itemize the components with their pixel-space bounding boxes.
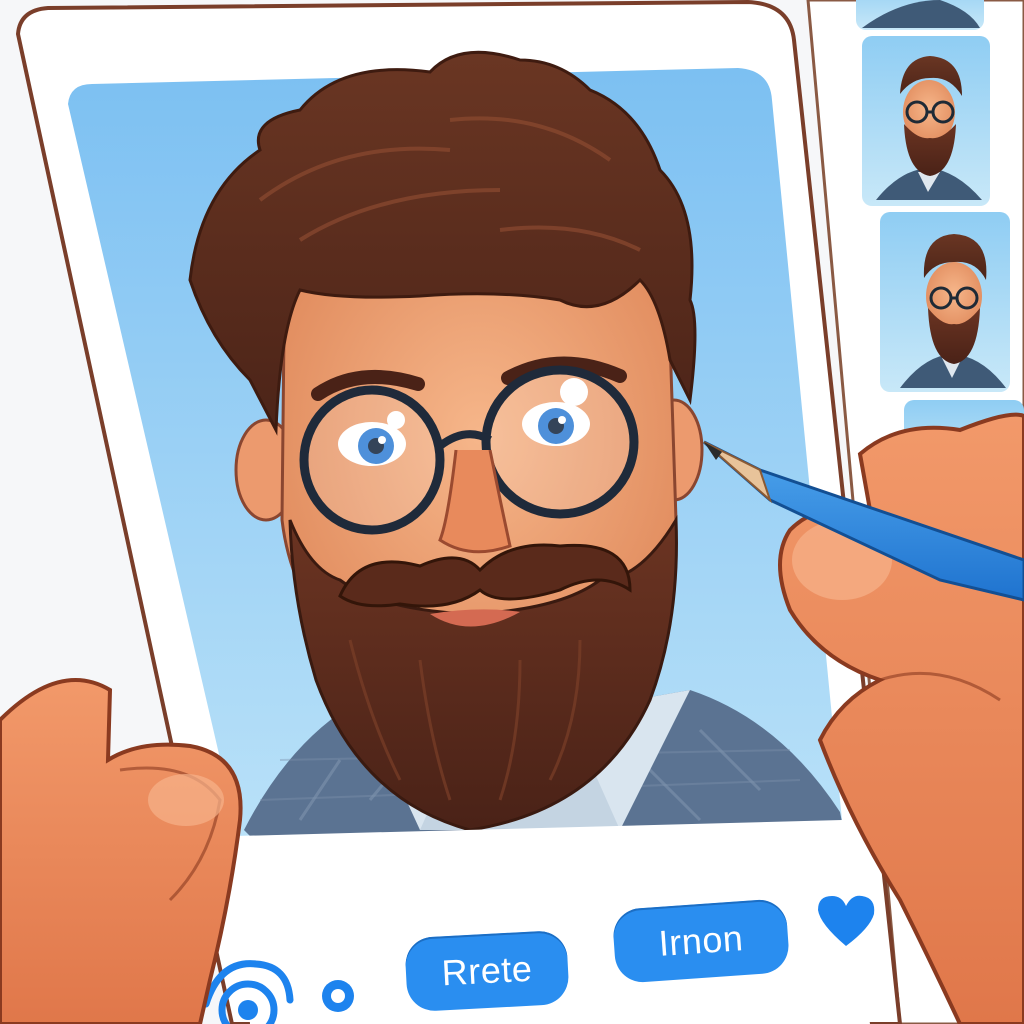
- record-icon[interactable]: [322, 980, 354, 1012]
- irnon-button[interactable]: Irnon: [611, 898, 791, 984]
- thumbnail-3[interactable]: [880, 212, 1010, 392]
- illustration-scene: [0, 0, 1024, 1024]
- thumbnail-2[interactable]: [862, 36, 990, 206]
- rrete-button[interactable]: Rrete: [404, 929, 570, 1013]
- thumbnail-1[interactable]: [856, 0, 984, 30]
